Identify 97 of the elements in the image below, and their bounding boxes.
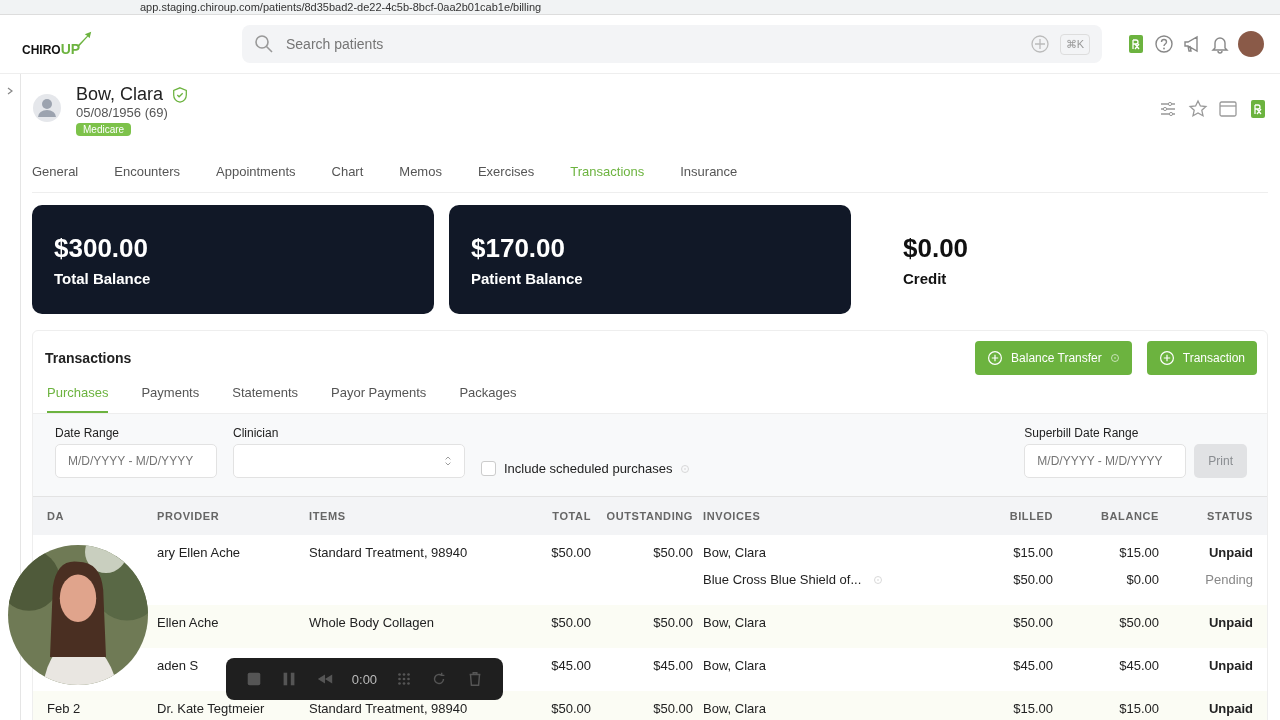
- logo[interactable]: CHIROUP: [22, 31, 222, 57]
- window-icon[interactable]: [1218, 99, 1238, 119]
- timer: 0:00: [351, 671, 378, 687]
- table-cell: Blue Cross Blue Shield of...: [703, 572, 862, 587]
- status-text: Unpaid: [1208, 615, 1253, 630]
- column-header: STATUS: [1206, 510, 1253, 522]
- help-icon[interactable]: [1154, 34, 1174, 54]
- column-header: INVOICES: [703, 510, 762, 522]
- table-cell: $50.00: [653, 701, 693, 716]
- star-icon[interactable]: [1188, 99, 1208, 119]
- table-cell: Bow, Clara: [703, 658, 766, 673]
- plus-icon[interactable]: [1029, 34, 1050, 54]
- balance-label: Patient Balance: [471, 269, 584, 287]
- status-text: Pending: [1205, 572, 1253, 587]
- checkbox-label: Include scheduled purchases: [504, 461, 673, 476]
- sliders-icon[interactable]: [1158, 99, 1178, 119]
- table-cell: $50.00: [551, 545, 591, 560]
- column-header: DA: [47, 510, 66, 522]
- balance-amount: $0.00: [903, 232, 970, 264]
- tab[interactable]: Chart: [331, 163, 364, 179]
- tab[interactable]: Exercises: [477, 163, 535, 179]
- table-cell: $50.00: [653, 615, 693, 630]
- table-cell: $15.00: [1013, 701, 1053, 716]
- status-text: Unpaid: [1208, 701, 1253, 716]
- field-label: Superbill Date Range: [1024, 426, 1140, 440]
- table-cell: aden S: [157, 658, 199, 673]
- date-range-field[interactable]: M/D/YYYY - M/D/YYYY: [55, 444, 217, 478]
- table-cell: Ellen Ache: [157, 615, 219, 630]
- balance-label: Credit: [903, 269, 948, 287]
- column-header: ITEMS: [309, 510, 347, 522]
- tab[interactable]: Encounters: [114, 163, 180, 179]
- status-text: Unpaid: [1208, 545, 1253, 560]
- table-cell: Whole Body Collagen: [309, 615, 435, 630]
- table-cell: $50.00: [1119, 615, 1159, 630]
- table-cell: Standard Treatment, 98940: [309, 701, 468, 716]
- chevron-updown-icon: [444, 455, 452, 467]
- table-cell: ary Ellen Ache: [157, 545, 241, 560]
- column-header: BILLED: [1008, 510, 1053, 522]
- status-text: Unpaid: [1208, 658, 1253, 673]
- patient-name: Bow, Clara: [76, 84, 164, 105]
- column-header: TOTAL: [551, 510, 591, 522]
- table-cell: Feb 2: [47, 701, 81, 716]
- search-icon: [254, 34, 274, 54]
- table-cell: $0.00: [1126, 572, 1159, 587]
- rx-icon[interactable]: [1248, 99, 1268, 119]
- info-icon: [1109, 353, 1120, 363]
- table-cell: $15.00: [1013, 545, 1053, 560]
- shortcut-hint: ⌘K: [1059, 33, 1090, 55]
- clinician-select[interactable]: [233, 444, 465, 478]
- chevron-icon[interactable]: [5, 86, 15, 96]
- plus-circle-icon: [1158, 350, 1175, 366]
- table-cell: $50.00: [1013, 615, 1053, 630]
- table-cell: $45.00: [551, 658, 591, 673]
- info-icon: [873, 574, 884, 585]
- plus-circle-icon: [987, 350, 1004, 366]
- tab[interactable]: Memos: [399, 163, 442, 179]
- checkbox[interactable]: [481, 461, 496, 476]
- search-input[interactable]: Search patients: [284, 35, 1020, 53]
- tab[interactable]: Statements: [232, 377, 298, 413]
- column-header: PROVIDER: [157, 510, 221, 522]
- table-cell: $15.00: [1119, 545, 1159, 560]
- birth-date: 05/08/1956 (69): [76, 105, 168, 120]
- tab[interactable]: Packages: [459, 377, 517, 413]
- table-cell: Bow, Clara: [703, 545, 766, 560]
- address-bar[interactable]: app.staging.chiroup.com/patients/8d35bad2-de22-4c5b-8bcf-0aa2b01cab1e/billing: [140, 1, 542, 13]
- balance-label: Total Balance: [54, 269, 152, 287]
- info-icon: [680, 463, 691, 474]
- tab[interactable]: Appointments: [216, 163, 296, 179]
- table-cell: $45.00: [1119, 658, 1159, 673]
- column-header: BALANCE: [1100, 510, 1159, 522]
- date-range-field[interactable]: M/D/YYYY - M/D/YYYY: [1024, 444, 1187, 478]
- table-cell: $50.00: [551, 701, 591, 716]
- tab[interactable]: Payor Payments: [331, 377, 427, 413]
- tab[interactable]: Payments: [141, 377, 200, 413]
- balance-amount: $300.00: [54, 232, 149, 264]
- table-cell: $50.00: [551, 615, 591, 630]
- table-cell: Dr. Kate Tegtmeier: [157, 701, 265, 716]
- field-label: Clinician: [233, 426, 280, 440]
- avatar[interactable]: [1238, 31, 1264, 57]
- bell-icon[interactable]: [1210, 34, 1230, 54]
- tab[interactable]: Insurance: [680, 163, 738, 179]
- field-label: Date Range: [55, 426, 121, 440]
- user-icon: [32, 93, 62, 123]
- tab[interactable]: General: [32, 163, 79, 179]
- table-cell: $15.00: [1119, 701, 1159, 716]
- table-cell: $45.00: [653, 658, 693, 673]
- table-cell: Bow, Clara: [703, 615, 766, 630]
- balance-amount: $170.00: [471, 232, 566, 264]
- table-cell: $45.00: [1013, 658, 1053, 673]
- rx-icon[interactable]: [1126, 34, 1146, 54]
- insurance-badge: Medicare: [76, 123, 132, 136]
- table-cell: Bow, Clara: [703, 701, 766, 716]
- table-cell: $50.00: [653, 545, 693, 560]
- panel-title: Transactions: [45, 350, 132, 366]
- table-cell: Standard Treatment, 98940: [309, 545, 468, 560]
- column-header: OUTSTANDING: [605, 510, 694, 522]
- table-cell: $50.00: [1013, 572, 1053, 587]
